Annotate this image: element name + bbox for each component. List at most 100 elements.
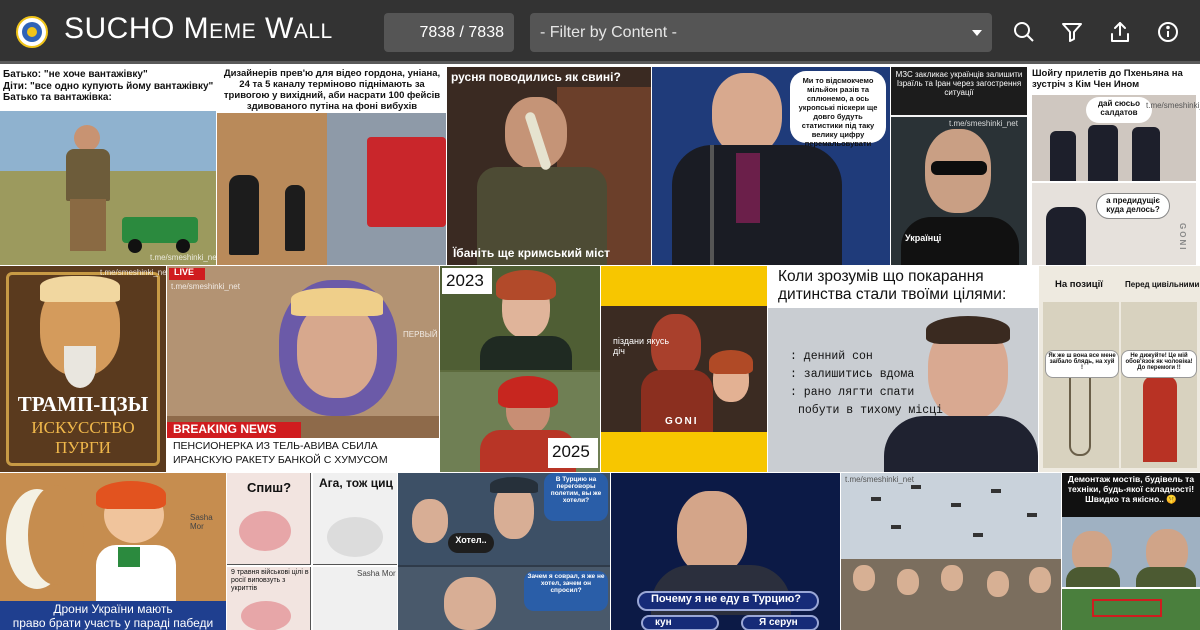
- content-filter-value: - Filter by Content -: [540, 24, 677, 41]
- drone: [991, 489, 1001, 493]
- year-label: 2023: [446, 271, 484, 290]
- person: [1088, 125, 1118, 181]
- book-subtitle: ИСКУССТВО: [31, 418, 135, 437]
- hair: [498, 376, 558, 408]
- search-icon[interactable]: [1012, 20, 1036, 44]
- ticker-line: ПЕНСИОНЕРКА ИЗ ТЕЛЬ-АВИВА СБИЛА: [173, 440, 378, 452]
- meme-tile-devil[interactable]: піздани якусь діч GONI: [601, 266, 767, 472]
- meme-tile-quiz-show[interactable]: Почему я не еду в Турцию? кун Я серун: [611, 473, 840, 630]
- meme-tile-breaking-news[interactable]: LIVE t.me/smeshinki_net ПЕРВЫЙ BREAKING …: [167, 266, 439, 472]
- meme-caption: Демонтаж мостів, будівель та техніки, бу…: [1067, 474, 1195, 504]
- drone: [973, 533, 983, 537]
- meme-caption: піздани якусь діч: [613, 336, 670, 357]
- filter-icon[interactable]: [1060, 20, 1084, 44]
- list-item: : денний сон: [790, 350, 873, 363]
- man-pants: [70, 199, 106, 251]
- drone: [871, 497, 881, 501]
- face: [941, 565, 963, 591]
- drone: [891, 525, 901, 529]
- comic-text: Ага, тож циц: [319, 476, 393, 490]
- ticker-line: ИРАНСКУЮ РАКЕТУ БАНКОЙ С ХУМУСОМ: [173, 454, 388, 466]
- goni-tag: GONI: [665, 416, 699, 427]
- panel-label: Перед цивільними: [1125, 280, 1200, 289]
- speech-bubble: В Турцию на переговоры полетим, вы же хо…: [544, 473, 608, 521]
- girl-hair: [709, 350, 753, 374]
- drone: [1027, 513, 1037, 517]
- meme-tile-zelensky-phone[interactable]: русня поводились як свині? Їбаніть ще кр…: [447, 67, 651, 265]
- red-train: [367, 137, 446, 227]
- goni-tag: GONI: [1178, 223, 1187, 252]
- quiz-answer: Я серун: [759, 617, 798, 628]
- comic-text: Спиш?: [247, 480, 292, 495]
- comic-text: 9 травня військові цілі в росії виповзут…: [231, 569, 309, 593]
- speech-bubble: дай сюсьо салдатов: [1086, 97, 1152, 123]
- meme-tile-designers[interactable]: Дизайнерів прев'ю для відео гордона, уні…: [217, 67, 446, 265]
- quiz-answer: кун: [655, 617, 672, 628]
- face: [412, 499, 448, 543]
- meme-tile-putin-bubble[interactable]: Ми то відсмокчемо мільйон разів та сплюн…: [652, 67, 890, 265]
- meme-tile-trump-book[interactable]: ТРАМП-ЦЗЫ ИСКУССТВО ПУРГИ t.me/smeshinki…: [0, 266, 166, 472]
- meme-tile-brain-comic[interactable]: Спиш? Ага, тож циц 9 травня військові ці…: [227, 473, 397, 630]
- meme-tile-skeleton[interactable]: На позиції Перед цивільними Як же ш вона…: [1039, 266, 1200, 472]
- list-item: побути в тихому місці: [798, 404, 943, 417]
- caption-line: Батько та вантажівка:: [3, 92, 112, 103]
- speech-bubble: Не дижуйте! Це мій обов'язок як чоловіка…: [1121, 350, 1197, 378]
- speech-bubble: Як же ш вона все мене заїбало блядь, на …: [1045, 350, 1119, 378]
- dark-top: [480, 336, 572, 370]
- face: [444, 577, 496, 630]
- uniform: [1066, 567, 1120, 587]
- face: [712, 73, 782, 155]
- sucho-logo[interactable]: [16, 16, 48, 48]
- caption-line: Батько: "не хоче вантажівку": [3, 69, 148, 80]
- person: [1050, 131, 1076, 181]
- bow-tie: [118, 547, 140, 567]
- beard: [64, 346, 96, 388]
- meme-title: Коли зрозумів що покарання дитинства ста…: [778, 268, 1007, 303]
- list-item: : рано лягти спати: [790, 386, 915, 399]
- logo-core: [27, 27, 37, 37]
- list-item: : залишитись вдома: [790, 368, 915, 381]
- book-subtitle: ПУРГИ: [55, 438, 111, 457]
- sleeping-brain: [327, 517, 383, 557]
- man-head: [74, 125, 100, 151]
- brain: [241, 601, 291, 630]
- meme-header: МЗС закликає українців залишити Ізраїль …: [895, 70, 1023, 98]
- meme-tile-dad-truck[interactable]: Батько: "не хоче вантажівку" Діти: "все …: [0, 67, 216, 265]
- watermark: t.me/smeshinki_net: [1146, 101, 1200, 110]
- brain: [239, 511, 291, 551]
- meme-label: Українці: [905, 233, 942, 243]
- meme-tile-2023-2025[interactable]: 2023 2025: [440, 266, 600, 472]
- person: [1046, 207, 1086, 265]
- caption-line: право брати участь у параді пабеди: [12, 615, 214, 630]
- hair: [40, 276, 120, 302]
- channel-logo: ПЕРВЫЙ: [403, 330, 438, 339]
- face: [677, 491, 747, 575]
- uniform: [1136, 567, 1196, 587]
- meme-tile-turkey-comic[interactable]: В Турцию на переговоры полетим, вы же хо…: [398, 473, 610, 630]
- chevron-down-icon: [972, 30, 982, 36]
- face: [987, 571, 1009, 597]
- running-man: [229, 175, 259, 255]
- meme-tile-cartoon-drones[interactable]: Sasha Mor Дрони України мають право брат…: [0, 473, 226, 630]
- meme-tile-foreign-ministry[interactable]: МЗС закликає українців залишити Ізраїль …: [891, 67, 1027, 265]
- cap-hat: [490, 477, 538, 493]
- hair: [496, 270, 556, 300]
- meme-tile-childhood-punishments[interactable]: Коли зрозумів що покарання дитинства ста…: [768, 266, 1038, 472]
- meme-caption: Дрони України мають право брати участь у…: [0, 602, 226, 630]
- meme-tile-drone-swarm[interactable]: t.me/smeshinki_net: [841, 473, 1061, 630]
- content-filter-select[interactable]: - Filter by Content -: [530, 13, 992, 52]
- meme-tile-demolition[interactable]: Демонтаж мостів, будівель та техніки, бу…: [1062, 473, 1200, 630]
- speech-bubble: а предидущіє куда делось?: [1096, 193, 1170, 219]
- share-icon[interactable]: [1108, 20, 1132, 44]
- meme-caption-top: русня поводились як свині?: [451, 70, 621, 84]
- meme-caption: Батько: "не хоче вантажівку" Діти: "все …: [3, 69, 213, 104]
- info-icon[interactable]: [1156, 20, 1180, 44]
- cartoon-hair: [96, 481, 166, 509]
- meme-header: Шойгу прилетів до Пхеньяна на зустріч з …: [1032, 68, 1183, 90]
- face: [853, 565, 875, 591]
- sunglasses: [931, 161, 987, 175]
- truck-wheel: [128, 239, 142, 253]
- person: [1132, 127, 1160, 181]
- running-man: [285, 185, 305, 251]
- meme-tile-shoigu-kim[interactable]: Шойгу прилетів до Пхеньяна на зустріч з …: [1028, 67, 1200, 265]
